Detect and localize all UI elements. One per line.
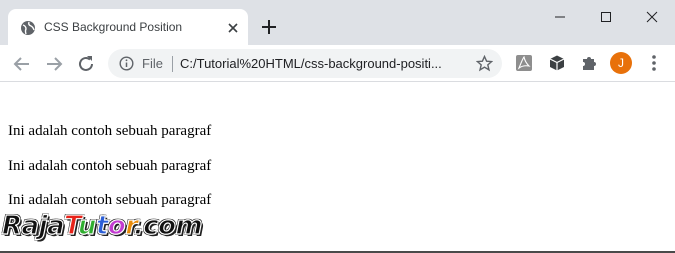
watermark-part: Raja [1, 210, 65, 241]
tab-title: CSS Background Position [44, 20, 183, 34]
watermark-part: t [95, 210, 109, 241]
globe-icon [21, 21, 35, 35]
watermark-part: o [107, 210, 126, 241]
maximize-button[interactable] [583, 0, 629, 34]
star-icon[interactable] [476, 55, 493, 72]
minimize-icon [555, 16, 565, 18]
address-scheme-label: File [142, 56, 163, 71]
pdf-extension-icon[interactable] [515, 54, 533, 72]
address-bar[interactable]: File C:/Tutorial%20HTML/css-background-p… [108, 49, 502, 78]
watermark-part: u [77, 210, 97, 241]
info-icon[interactable] [119, 56, 134, 71]
paragraph: Ini adalah contoh sebuah paragraf [8, 192, 212, 208]
rajatutor-watermark: RajaTutor.com [1, 210, 203, 245]
paragraph: Ini adalah contoh sebuah paragraf [8, 158, 212, 174]
cube-extension-icon[interactable] [548, 54, 566, 72]
window-close-icon [646, 11, 658, 23]
watermark-part: T [63, 210, 79, 241]
minimize-button[interactable] [537, 0, 583, 34]
puzzle-extension-icon[interactable] [580, 54, 598, 72]
window-close-button[interactable] [629, 0, 675, 34]
plus-icon[interactable] [259, 17, 279, 37]
close-icon[interactable] [226, 21, 240, 35]
maximize-icon [601, 12, 611, 22]
address-separator [172, 56, 173, 72]
address-url[interactable]: C:/Tutorial%20HTML/css-background-positi… [180, 56, 470, 71]
watermark-part: .com [133, 210, 203, 241]
browser-titlebar: CSS Background Position [0, 0, 675, 45]
watermark-part: r [125, 210, 135, 241]
browser-tab[interactable]: CSS Background Position [8, 9, 248, 45]
kebab-menu-icon[interactable] [646, 54, 662, 72]
browser-toolbar: File C:/Tutorial%20HTML/css-background-p… [0, 45, 675, 82]
reload-icon[interactable] [75, 53, 97, 75]
paragraph: Ini adalah contoh sebuah paragraf [8, 123, 212, 139]
forward-arrow-icon[interactable] [43, 53, 65, 75]
back-arrow-icon[interactable] [11, 53, 33, 75]
profile-avatar[interactable]: J [610, 52, 632, 74]
